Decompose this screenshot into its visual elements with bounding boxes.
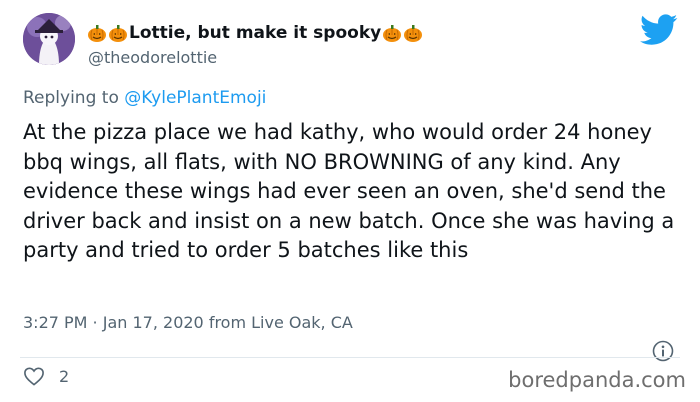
watermark: boredpanda.com (508, 368, 686, 392)
author-handle[interactable]: @theodorelottie (88, 48, 217, 67)
like-button[interactable]: 2 (23, 366, 69, 386)
tweet-timestamp[interactable]: 3:27 PM · Jan 17, 2020 from Live Oak, CA (23, 313, 353, 332)
avatar[interactable] (23, 13, 75, 65)
twitter-bird-icon[interactable] (640, 14, 678, 46)
reply-context: Replying to @KylePlantEmoji (23, 88, 266, 108)
pumpkin-icon (382, 23, 423, 43)
author-name-row[interactable]: Lottie, but make it spooky (87, 20, 423, 46)
pumpkin-icon (87, 23, 128, 43)
like-count: 2 (59, 366, 70, 386)
heart-icon (24, 367, 44, 386)
display-name: Lottie, but make it spooky (129, 23, 382, 43)
divider (20, 357, 680, 358)
info-icon[interactable] (652, 340, 674, 362)
reply-prefix: Replying to (23, 88, 125, 108)
tweet-text: At the pizza place we had kathy, who wou… (23, 120, 675, 262)
reply-mention-link[interactable]: @KylePlantEmoji (124, 88, 266, 108)
